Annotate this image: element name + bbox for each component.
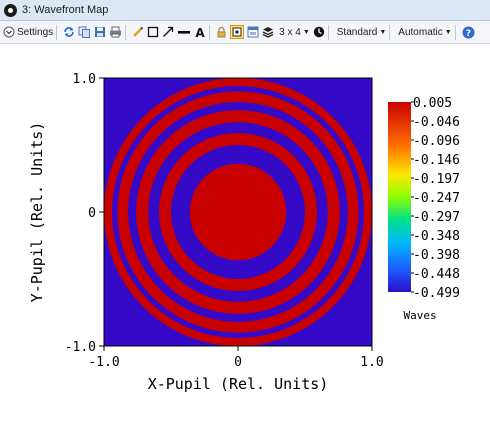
layout-label: 3 x 4 [279,26,301,38]
y-tick-label: 1.0 [73,72,96,87]
copy-button[interactable] [78,23,91,41]
arrow-button[interactable] [162,23,174,41]
y-tick-label: 0 [88,206,96,221]
settings-button[interactable]: Settings [3,23,53,41]
toolbar-divider [389,24,391,40]
save-button[interactable] [94,23,106,41]
colorbar-tick-label: -0.297 [413,210,460,225]
wavefront-map-chart: -1.0 0 1.0 1.0 0 -1.0 X-Pupil (Rel. Units) Y-Pu… [28,72,460,393]
fit-icon [230,25,245,39]
layout-dropdown[interactable]: 3 x 4 ▼ [277,23,310,41]
rectangle-icon [147,26,159,38]
wavefront-center-disk [189,163,287,261]
colorbar-tick-label: -0.348 [413,229,460,244]
y-tick-label: -1.0 [65,340,96,355]
lock-button[interactable] [216,23,227,41]
rectangle-button[interactable] [147,23,159,41]
pencil-button[interactable] [132,23,144,41]
window-titlebar: 3: Wavefront Map [0,0,490,21]
toolbar-divider [56,24,58,40]
automatic-label: Automatic [398,26,443,38]
y-axis-label: Y-Pupil (Rel. Units) [28,122,46,303]
svg-text:?: ? [466,29,471,39]
refresh-icon [63,26,75,38]
colorbar-tick-label: -0.499 [413,286,460,301]
wavefront-plot-area: -1.0 0 1.0 1.0 0 -1.0 X-Pupil (Rel. Units) Y-Pu… [0,44,490,424]
toolbar-divider [454,24,456,40]
chevron-down-icon: ▼ [302,28,310,36]
colorbar-tick-label: -0.146 [413,153,460,168]
layers-button[interactable] [262,23,274,41]
colorbar-tick-label: -0.096 [413,134,460,149]
refresh-button[interactable] [63,23,75,41]
x-tick-label: -1.0 [88,355,119,370]
app-icon [4,3,17,17]
colorbar-tick-label: -0.247 [413,191,460,206]
fit-button[interactable] [230,23,245,41]
x-axis-label: X-Pupil (Rel. Units) [148,375,329,393]
colorbar-tick-label: -0.398 [413,248,460,263]
x-tick-label: 0 [234,355,242,370]
save-icon [94,26,106,38]
settings-chevron-icon [3,26,15,38]
window-icon [247,26,259,38]
help-icon: ? [462,26,475,39]
colorbar-unit-label: Waves [404,309,437,322]
toolbar-divider [209,24,211,40]
text-icon: A [194,26,206,38]
chevron-down-icon: ▼ [379,28,387,36]
standard-label: Standard [336,26,378,38]
window-title: 3: Wavefront Map [22,4,109,16]
arrow-icon [162,26,174,38]
toolbar-divider [125,24,127,40]
svg-text:A: A [195,26,205,38]
lock-icon [216,26,227,38]
automatic-dropdown[interactable]: Automatic ▼ [396,23,451,41]
standard-dropdown[interactable]: Standard ▼ [335,23,387,41]
pencil-icon [132,26,144,38]
colorbar-tick-label: 0.005 [413,96,452,111]
colorbar [388,102,411,292]
print-icon [109,26,122,38]
chevron-down-icon: ▼ [444,28,452,36]
clock-button[interactable] [313,23,325,41]
settings-label: Settings [17,26,54,38]
toolbar-divider [327,24,329,40]
clock-icon [313,26,325,38]
colorbar-tick-label: -0.046 [413,115,460,130]
help-button[interactable]: ? [462,23,475,41]
line-button[interactable] [177,23,191,41]
window-button[interactable] [247,23,259,41]
copy-icon [78,26,91,38]
text-button[interactable]: A [194,23,206,41]
colorbar-tick-label: -0.448 [413,267,460,282]
print-button[interactable] [109,23,122,41]
line-icon [177,26,191,38]
toolbar: Settings A 3 x 4 ▼ Standard ▼ Automatic … [0,21,490,44]
layers-icon [262,26,274,38]
colorbar-tick-label: -0.197 [413,172,460,187]
x-tick-label: 1.0 [360,355,383,370]
